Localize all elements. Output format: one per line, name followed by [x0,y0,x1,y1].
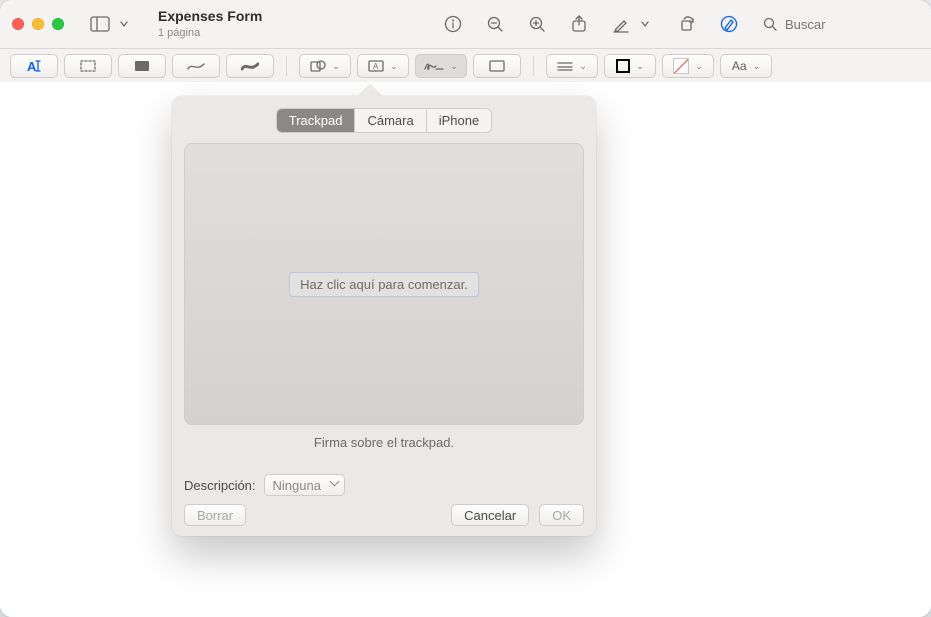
info-button[interactable] [439,10,467,38]
clear-button[interactable]: Borrar [184,504,246,526]
search-field[interactable] [757,10,919,38]
text-style-menu[interactable]: Aa ⌄ [720,54,772,78]
stroke-color-menu[interactable]: ⌄ [604,54,656,78]
cancel-button[interactable]: Cancelar [451,504,529,526]
signature-popover: Trackpad Cámara iPhone Haz clic aquí par… [172,96,596,536]
redact-tool[interactable] [118,54,166,78]
description-row: Descripción: Ninguna [184,474,584,496]
titlebar: Expenses Form 1 página [0,0,931,49]
rect-selection-tool[interactable] [64,54,112,78]
text-selection-tool[interactable]: A [10,54,58,78]
zoom-out-button[interactable] [481,10,509,38]
fill-color-menu[interactable]: ⌄ [662,54,714,78]
zoom-in-button[interactable] [523,10,551,38]
chevron-down-icon: ⌄ [636,61,644,72]
no-fill-swatch [673,58,689,74]
svg-text:A: A [373,62,379,71]
signature-source-segmented: Trackpad Cámara iPhone [184,108,584,133]
chevron-down-icon: ⌄ [695,61,703,72]
preview-window: Expenses Form 1 página [0,0,931,617]
signature-caption: Firma sobre el trackpad. [184,435,584,450]
chevron-down-icon: ⌄ [753,61,761,72]
rotate-button[interactable] [673,10,701,38]
description-label: Descripción: [184,478,256,493]
draw-tool[interactable] [226,54,274,78]
window-controls [12,18,64,30]
search-icon [763,17,777,31]
chevron-down-icon: ⌄ [579,61,587,72]
stroke-style-menu[interactable]: ⌄ [546,54,598,78]
sidebar-toggle-group [86,10,138,38]
sign-menu[interactable]: ⌄ [415,54,467,78]
text-style-icon: Aa [732,59,747,73]
sketch-tool[interactable] [172,54,220,78]
document-title: Expenses Form [158,9,262,24]
shapes-menu[interactable]: ⌄ [299,54,351,78]
share-button[interactable] [565,10,593,38]
note-tool[interactable] [473,54,521,78]
tab-iphone[interactable]: iPhone [427,109,491,132]
textbox-menu[interactable]: A ⌄ [357,54,409,78]
signature-pad-hint[interactable]: Haz clic aquí para comenzar. [289,272,479,297]
signature-pad[interactable]: Haz clic aquí para comenzar. [184,143,584,425]
close-window-button[interactable] [12,18,24,30]
sidebar-menu-chevron[interactable] [110,10,138,38]
document-title-block: Expenses Form 1 página [158,9,262,38]
highlight-menu-chevron[interactable] [631,10,659,38]
description-select[interactable]: Ninguna [264,474,345,496]
markup-toggle-button[interactable] [715,10,743,38]
document-subtitle: 1 página [158,27,262,39]
chevron-down-icon: ⌄ [332,61,340,72]
toolbar-separator [286,56,287,76]
search-input[interactable] [783,16,897,33]
chevron-down-icon: ⌄ [450,61,458,72]
highlight-group [607,10,659,38]
minimize-window-button[interactable] [32,18,44,30]
chevron-down-icon: ⌄ [390,61,398,72]
stroke-color-swatch [616,59,630,73]
toolbar-separator [533,56,534,76]
popover-footer: Borrar Cancelar OK [184,504,584,526]
tab-camera[interactable]: Cámara [355,109,426,132]
zoom-window-button[interactable] [52,18,64,30]
tab-trackpad[interactable]: Trackpad [277,109,356,132]
markup-toolbar: A ⌄ A ⌄ ⌄ [0,49,931,84]
ok-button[interactable]: OK [539,504,584,526]
